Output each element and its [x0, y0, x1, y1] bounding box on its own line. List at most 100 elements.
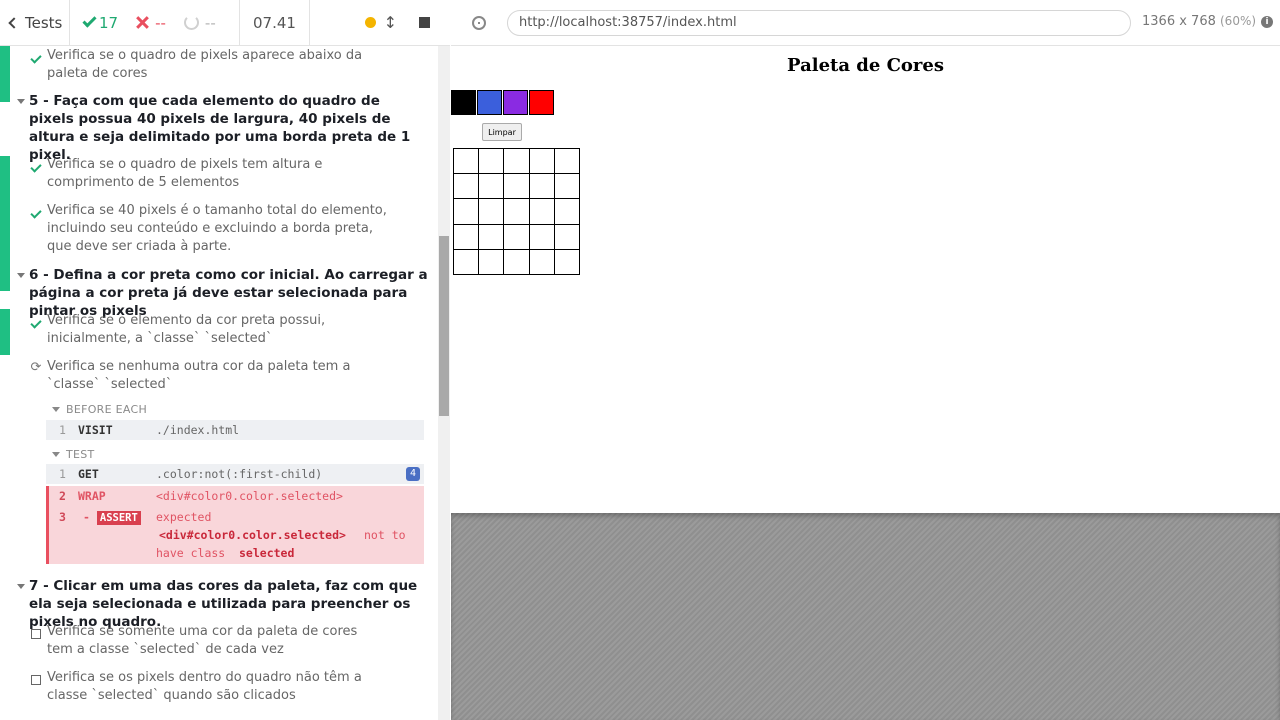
pixel[interactable] [452, 147, 479, 174]
assert-not: not to [364, 528, 406, 542]
assert-element: <div#color0.color.selected> [159, 528, 346, 542]
check-icon [30, 207, 42, 219]
pixel[interactable] [477, 172, 505, 200]
failed-stat[interactable]: -- [136, 14, 166, 32]
hook-label[interactable]: BEFORE EACH [66, 403, 147, 416]
pass-bar [0, 156, 10, 291]
command-get[interactable]: 1 GET .color:not(:first-child) 4 [46, 464, 424, 484]
pixel[interactable] [528, 249, 556, 276]
pixel[interactable] [477, 198, 505, 225]
assert-tag: ASSERT [96, 511, 141, 525]
passed-count: 17 [99, 13, 119, 32]
assert-class: selected [239, 546, 295, 560]
pixel[interactable] [503, 198, 530, 225]
pixel[interactable] [554, 223, 581, 251]
clear-board-button[interactable]: Limpar [482, 123, 522, 141]
stats: 17 -- -- [70, 0, 240, 45]
refresh-icon: ⟳ [30, 360, 42, 375]
command-name: WRAP [78, 489, 106, 503]
pixel[interactable] [554, 172, 581, 200]
caret-down-icon[interactable] [17, 99, 25, 104]
check-icon [82, 13, 97, 28]
test-title[interactable]: Verifica se nenhuma outra cor da paleta … [47, 358, 387, 394]
test-title[interactable]: Verifica se 40 pixels é o tamanho total … [47, 202, 387, 256]
test-title[interactable]: Verifica se o quadro de pixels aparece a… [47, 47, 387, 83]
pixel[interactable] [477, 147, 505, 174]
color-swatch[interactable] [529, 90, 554, 115]
pixel[interactable] [452, 172, 479, 200]
test-reporter: Tests 17 -- -- 07.41 ↕ Verifica se o qua… [0, 0, 450, 720]
caret-down-icon[interactable] [17, 273, 25, 278]
color-swatch[interactable] [451, 90, 476, 115]
pixel[interactable] [503, 249, 530, 276]
command-number: 1 [59, 423, 66, 437]
command-message: <div#color0.color.selected> [156, 489, 343, 503]
pixel[interactable] [503, 223, 530, 251]
tests-nav-button[interactable]: Tests [0, 0, 70, 45]
checkbox-icon [31, 675, 41, 685]
test-title[interactable]: Verifica se os pixels dentro do quadro n… [47, 669, 387, 705]
pixel[interactable] [477, 249, 505, 276]
assert-expected: expected [156, 510, 212, 524]
pending-stat[interactable]: -- [183, 13, 216, 32]
command-name: GET [78, 467, 99, 481]
pixel[interactable] [452, 198, 479, 225]
pixel[interactable] [477, 223, 505, 251]
viewport-background [451, 513, 1280, 720]
page-title: Paleta de Cores [787, 55, 944, 76]
pixel[interactable] [503, 147, 530, 174]
pass-bar [0, 309, 10, 355]
pixel[interactable] [554, 198, 581, 225]
status-dot-icon [364, 17, 376, 28]
hook-label[interactable]: TEST [66, 448, 95, 461]
passed-stat[interactable]: 17 [82, 13, 119, 32]
reporter-header: Tests 17 -- -- 07.41 ↕ [0, 0, 450, 46]
color-swatch[interactable] [503, 90, 528, 115]
pixel[interactable] [503, 172, 530, 200]
spinner-icon [183, 15, 199, 30]
pixel[interactable] [528, 223, 556, 251]
pixel[interactable] [452, 249, 479, 276]
caret-down-icon[interactable] [52, 407, 60, 412]
viewport-scale: (60%) [1220, 14, 1257, 28]
selector-playground-icon[interactable] [472, 16, 486, 30]
pixel[interactable] [528, 147, 556, 174]
checkbox-icon [31, 629, 41, 639]
suite-title[interactable]: 5 - Faça com que cada elemento do quadro… [29, 92, 429, 164]
command-assert[interactable]: 3 - ASSERT expected <div#color0.color.se… [49, 510, 424, 564]
color-swatch[interactable] [477, 90, 502, 115]
caret-down-icon[interactable] [52, 452, 60, 457]
command-number: 1 [59, 467, 66, 481]
check-icon [30, 52, 42, 64]
pixel[interactable] [528, 198, 556, 225]
scrollbar-thumb[interactable] [439, 236, 449, 416]
assert-prefix: - [83, 510, 90, 524]
test-title[interactable]: Verifica se o quadro de pixels tem altur… [47, 156, 387, 192]
viewport-info[interactable]: 1366 x 768 (60%) [1142, 14, 1256, 29]
test-title[interactable]: Verifica se somente uma cor da paleta de… [47, 623, 387, 659]
color-palette [451, 90, 554, 115]
pixel-board [452, 147, 581, 276]
pixel[interactable] [554, 249, 581, 276]
failed-count: -- [155, 13, 166, 32]
runnables: Verifica se o quadro de pixels aparece a… [0, 46, 438, 720]
element-count-badge: 4 [405, 467, 420, 481]
pixel[interactable] [554, 147, 581, 174]
command-message: .color:not(:first-child) [156, 467, 323, 481]
failed-commands: 2 WRAP <div#color0.color.selected> 3 - A… [46, 486, 424, 564]
url-input[interactable]: http://localhost:38757/index.html [507, 10, 1131, 36]
command-message: ./index.html [156, 423, 240, 437]
assert-label: - ASSERT [83, 510, 141, 525]
caret-down-icon[interactable] [17, 584, 25, 589]
pixel[interactable] [528, 172, 556, 200]
auto-scroll-icon[interactable]: ↕ [384, 13, 397, 32]
test-title[interactable]: Verifica se o elemento da cor preta poss… [47, 312, 387, 348]
stop-icon[interactable] [419, 17, 430, 28]
app-under-test: Paleta de Cores Limpar [451, 47, 1280, 513]
tests-label: Tests [25, 13, 63, 32]
command-number: 2 [59, 489, 66, 503]
pending-count: -- [204, 13, 216, 32]
pixel[interactable] [452, 223, 479, 251]
info-icon[interactable]: i [1261, 16, 1273, 28]
command-visit[interactable]: 1 VISIT ./index.html [46, 420, 424, 440]
